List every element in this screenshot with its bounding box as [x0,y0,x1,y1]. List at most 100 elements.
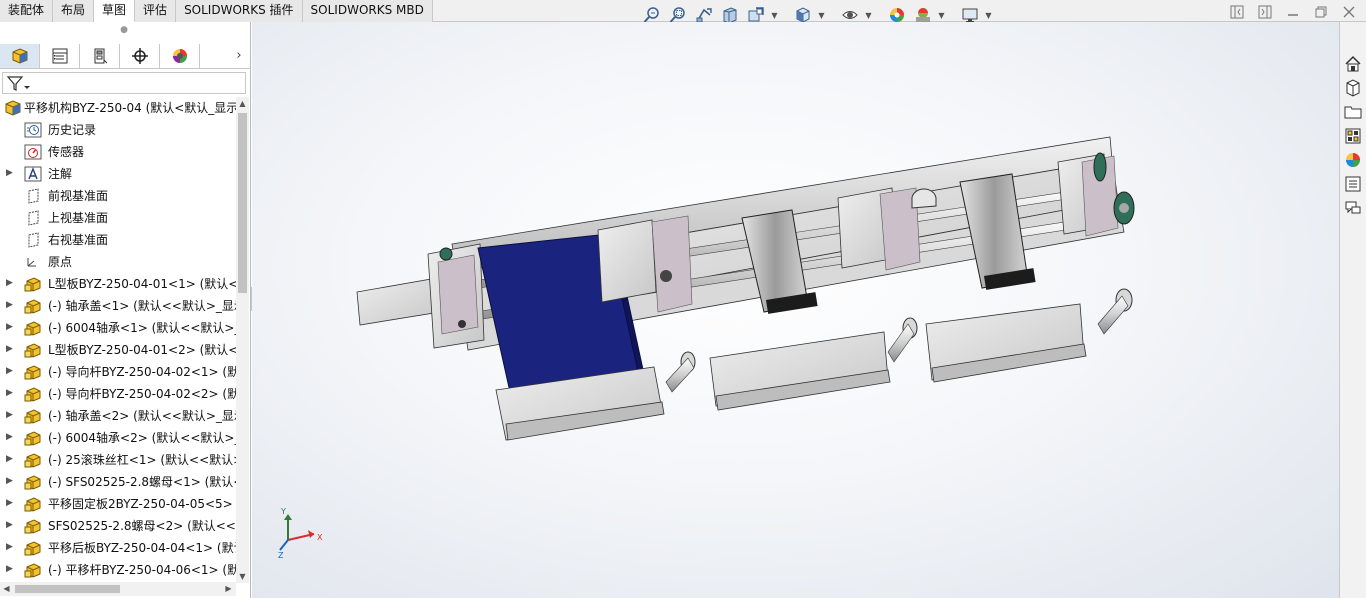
expand-arrow-icon[interactable]: ▶ [6,409,14,421]
expand-arrow-icon[interactable]: ▶ [6,167,14,179]
tree-item-label: 平移固定板2BYZ-250-04-05<5> ( [48,497,236,511]
tree-item[interactable]: ▶ (-) 导向杆BYZ-250-04-02<1> (默认 [0,361,236,383]
part-icon [24,474,42,490]
graphics-area[interactable]: X Y Z [252,22,1339,598]
tree-item[interactable]: ▶ (-) 导向杆BYZ-250-04-02<2> (默认 [0,383,236,405]
tree-item[interactable]: ▶ (-) 轴承盖<1> (默认<<默认>_显示 [0,295,236,317]
right-bearing-hub [1119,203,1129,213]
displaymanager-icon[interactable] [160,44,200,68]
part-icon [24,276,42,292]
tree-item[interactable]: 上视基准面 [0,207,236,229]
part-icon [24,320,42,336]
tab-assembly[interactable]: 装配体 [0,0,54,22]
expand-arrow-icon[interactable]: ▶ [6,387,14,399]
tree-item[interactable]: 前视基准面 [0,185,236,207]
view-palette-icon[interactable] [1342,125,1364,147]
tree-item[interactable]: ▶ (-) 6004轴承<2> (默认<<默认>_显 [0,427,236,449]
tab-layout[interactable]: 布局 [53,0,95,22]
tab-solidworks-mbd[interactable]: SOLIDWORKS MBD [302,0,433,22]
history-icon [24,122,42,138]
appearances-scenes-icon[interactable] [1342,149,1364,171]
tree-item[interactable]: ▶ SFS02525-2.8螺母<2> (默认<<默认 [0,515,236,537]
tree-root-assembly[interactable]: 平移机构BYZ-250-04 (默认<默认_显示 [0,97,236,119]
tree-item[interactable]: ▶ 平移后板BYZ-250-04-04<1> (默认 [0,537,236,559]
filter-icon[interactable] [6,75,32,92]
part-icon [24,562,42,578]
restore-icon[interactable] [1312,4,1330,20]
tree-item[interactable]: ▶ (-) SFS02525-2.8螺母<1> (默认< [0,471,236,493]
expand-arrow-icon[interactable]: ▶ [6,519,14,531]
expand-arrow-icon[interactable]: ▶ [6,563,14,575]
scroll-thumb[interactable] [238,113,247,293]
tree-item-label: 历史记录 [48,123,97,137]
scroll-right-icon[interactable]: ▶ [222,582,235,596]
expand-arrow-icon[interactable]: ▶ [6,541,14,553]
part-icon [24,342,42,358]
solidworks-forum-icon[interactable] [1342,197,1364,219]
featuremanager-icon[interactable] [0,44,40,68]
tile-left-icon[interactable] [1228,4,1246,20]
expand-arrow-icon[interactable]: ▶ [6,475,14,487]
file-explorer-icon[interactable] [1342,101,1364,123]
tree-item[interactable]: ▶ L型板BYZ-250-04-01<2> (默认<< [0,339,236,361]
close-icon[interactable] [1340,4,1358,20]
tree-item[interactable]: 历史记录 [0,119,236,141]
assembly-model[interactable]: X Y Z [252,22,1339,598]
part-icon [24,540,42,556]
tab-sketch[interactable]: 草图 [94,0,136,22]
expand-arrow-icon[interactable]: ▶ [6,453,14,465]
part-icon [24,496,42,512]
feature-tree: 平移机构BYZ-250-04 (默认<默认_显示 历史记录传感器 ▶ 注解 前视基准面… [0,97,236,583]
tree-horizontal-scrollbar[interactable]: ◀ ▶ [0,582,236,596]
scroll-up-icon[interactable]: ▲ [236,97,249,110]
expand-arrow-icon[interactable]: ▶ [6,277,14,289]
configurationmanager-icon[interactable] [80,44,120,68]
tree-item[interactable]: ▶ (-) 轴承盖<2> (默认<<默认>_显示 [0,405,236,427]
expand-arrow-icon[interactable]: ▶ [6,365,14,377]
propertymanager-icon[interactable] [40,44,80,68]
part-icon [24,518,42,534]
expand-arrow-icon[interactable]: ▶ [6,299,14,311]
origin-icon [24,254,42,270]
tree-item[interactable]: 传感器 [0,141,236,163]
tree-item[interactable]: ▶ 平移固定板2BYZ-250-04-05<5> ( [0,493,236,515]
left-mount-plate [437,254,479,335]
tree-item[interactable]: ▶ (-) 6004轴承<1> (默认<<默认>_显 [0,317,236,339]
tree-item-label: (-) 平移杆BYZ-250-04-06<1> (默认 [48,563,236,577]
tree-item[interactable]: ▶ (-) 25滚珠丝杠<1> (默认<<默认> [0,449,236,471]
tree-item[interactable]: 右视基准面 [0,229,236,251]
expand-arrow-icon[interactable]: ▶ [6,431,14,443]
plane-icon [24,232,42,248]
tree-item[interactable]: ▶ L型板BYZ-250-04-01<1> (默认<< [0,273,236,295]
tree-vertical-scrollbar[interactable]: ▲ ▼ [236,97,249,583]
scroll-left-icon[interactable]: ◀ [0,582,13,596]
tree-item-label: (-) 导向杆BYZ-250-04-02<1> (默认 [48,365,236,379]
dimxpertmanager-icon[interactable] [120,44,160,68]
scroll-down-icon[interactable]: ▼ [236,570,249,583]
expand-arrow-icon[interactable]: ▶ [6,321,14,333]
minimize-icon[interactable] [1284,4,1302,20]
expand-arrow-icon[interactable]: ▶ [6,497,14,509]
triad-x-arrow [308,530,314,538]
tree-item[interactable]: ▶ (-) 平移杆BYZ-250-04-06<1> (默认 [0,559,236,581]
custom-properties-icon[interactable] [1342,173,1364,195]
tree-item-label: 上视基准面 [48,211,109,225]
hscroll-thumb[interactable] [15,585,120,593]
tree-filter-bar[interactable] [2,72,246,94]
tree-item[interactable]: 原点 [0,251,236,273]
expand-arrow-icon[interactable]: ▶ [6,343,14,355]
part-icon [24,452,42,468]
tile-right-icon[interactable] [1256,4,1274,20]
chevron-right-icon[interactable]: › [232,48,246,64]
tree-item-label: SFS02525-2.8螺母<2> (默认<<默认 [48,519,236,533]
mid-bolt-1 [660,270,672,282]
solidworks-resources-icon[interactable] [1342,53,1364,75]
design-library-icon[interactable] [1342,77,1364,99]
panel-grip-icon[interactable]: ● [120,26,128,35]
manager-tabs: › [0,44,251,69]
triad-x-label: X [317,533,323,542]
tab-evaluate[interactable]: 评估 [135,0,177,22]
tab-solidworks-addins[interactable]: SOLIDWORKS 插件 [176,0,303,22]
tree-item[interactable]: ▶ 注解 [0,163,236,185]
part-icon [24,386,42,402]
